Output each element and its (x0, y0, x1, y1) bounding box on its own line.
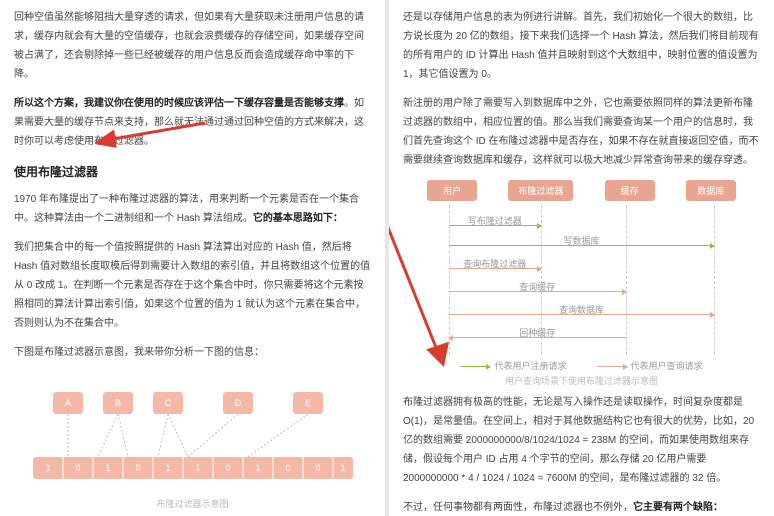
box-label: A (64, 398, 70, 408)
svg-text:1: 1 (165, 463, 170, 473)
bold-text: 它的基本思路如下： (253, 213, 343, 224)
svg-text:0: 0 (225, 463, 230, 473)
box-label: B (114, 398, 120, 408)
text: 不过，任何事物都有两面性，布隆过滤器也不例外， (403, 502, 633, 513)
legend-query: 代表用户查询请求 (631, 361, 703, 371)
actor-db: 数据库 (686, 180, 736, 201)
para: 新注册的用户除了需要写入到数据库中之外，它也需要依照同样的算法更新布隆过滤器的数… (403, 94, 760, 170)
para: 1970 年布隆提出了一种布隆过滤器的算法，用来判断一个元素是否在一个集合中。这… (14, 190, 371, 228)
svg-text:1: 1 (195, 463, 200, 473)
sequence-diagram: 用户 布隆过滤器 缓存 数据库 写布隆过滤器 写数据库 查询布隆过滤器 查询缓存 (412, 180, 752, 387)
diagram-caption: 用户查询场景下使用布隆过滤器示意图 (412, 374, 752, 387)
bloom-diagram: A B C D E (14, 382, 371, 510)
para: 下图是布隆过滤器示意图，我来带你分析一下图的信息： (14, 343, 371, 362)
left-column: 回种空值虽然能够阻挡大量穿透的请求，但如果有大量获取未注册用户信息的请求，缓存内… (0, 0, 385, 516)
svg-text:0: 0 (285, 463, 290, 473)
bold-text: 它主要有两个缺陷： (633, 502, 723, 513)
seq-label: 写布隆过滤器 (468, 214, 522, 227)
box-label: E (304, 398, 310, 408)
heading-bloom: 使用布隆过滤器 (14, 163, 371, 180)
para: 回种空值虽然能够阻挡大量穿透的请求，但如果有大量获取未注册用户信息的请求，缓存内… (14, 8, 371, 84)
box-label: D (234, 398, 241, 408)
actor-bloom: 布隆过滤器 (508, 180, 573, 201)
para: 不过，任何事物都有两面性，布隆过滤器也不例外，它主要有两个缺陷： (403, 498, 760, 516)
seq-label: 查询缓存 (519, 280, 555, 293)
right-column: 还是以存储用户信息的表为例进行讲解。首先，我们初始化一个很大的数组，比方说长度为… (389, 0, 774, 516)
box-label: C (164, 398, 171, 408)
diagram-caption: 布隆过滤器示意图 (14, 497, 371, 510)
svg-text:1: 1 (255, 463, 260, 473)
svg-text:0: 0 (315, 463, 320, 473)
actor-cache: 缓存 (605, 180, 655, 201)
actor-user: 用户 (427, 180, 477, 201)
svg-text:0: 0 (75, 463, 80, 473)
svg-text:1: 1 (105, 463, 110, 473)
svg-text:0: 0 (135, 463, 140, 473)
svg-text:1: 1 (45, 463, 50, 473)
para: 所以这个方案，我建议你在使用的时候应该评估一下缓存容量是否能够支撑。如果需要大量… (14, 94, 371, 151)
para: 我们把集合中的每一个值按照提供的 Hash 算法算出对应的 Hash 值，然后将… (14, 238, 371, 333)
para: 布隆过滤器拥有极高的性能，无论是写入操作还是读取操作，时间复杂度都是 O(1)，… (403, 393, 760, 488)
legend-reg: 代表用户注册请求 (494, 361, 566, 371)
seq-label: 查询布隆过滤器 (463, 257, 526, 270)
seq-label: 回种缓存 (519, 326, 555, 339)
seq-label: 查询数据库 (559, 303, 604, 316)
para: 还是以存储用户信息的表为例进行讲解。首先，我们初始化一个很大的数组，比方说长度为… (403, 8, 760, 84)
svg-text:1: 1 (340, 463, 345, 473)
legend: 代表用户注册请求 代表用户查询请求 (412, 359, 752, 372)
seq-label: 写数据库 (563, 234, 599, 247)
bold-text: 所以这个方案，我建议你在使用的时候应该评估一下缓存容量是否能够支撑 (14, 98, 344, 109)
